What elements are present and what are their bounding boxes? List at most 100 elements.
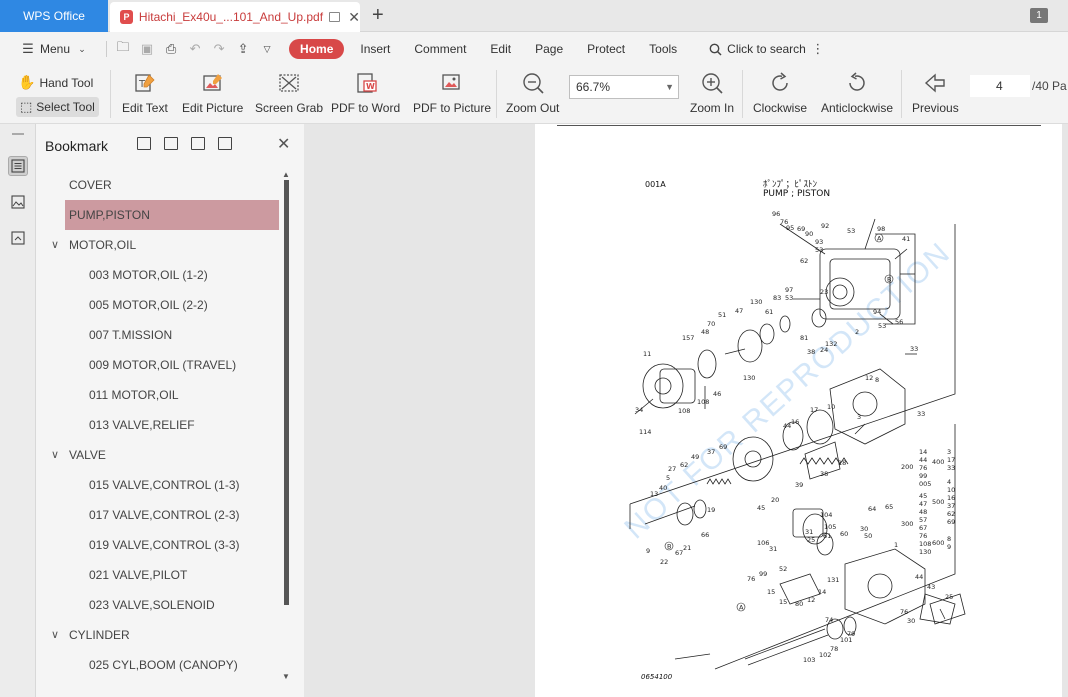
- bookmark-item-label: COVER: [69, 178, 112, 192]
- svg-text:106: 106: [757, 539, 769, 547]
- close-icon[interactable]: ✕: [277, 134, 290, 154]
- chevron-down-icon[interactable]: ∨: [51, 238, 59, 251]
- monitor-icon[interactable]: [329, 12, 341, 22]
- bookmark-item[interactable]: COVER: [45, 170, 295, 200]
- svg-text:45: 45: [919, 492, 927, 500]
- zoom-level-value: 66.7%: [576, 80, 611, 94]
- bookmark-item[interactable]: 021 VALVE,PILOT: [45, 560, 295, 590]
- zoom-in-button[interactable]: Zoom In: [690, 70, 734, 115]
- zoom-out-button[interactable]: Zoom Out: [506, 70, 559, 115]
- toolbar-divider: [742, 70, 743, 118]
- svg-text:130: 130: [919, 548, 931, 556]
- bookmark-options-icon[interactable]: [218, 137, 232, 150]
- svg-text:12: 12: [865, 374, 873, 382]
- select-tool-button[interactable]: ⬚ Select Tool: [16, 97, 99, 117]
- bookmark-item[interactable]: ∨ VALVE: [45, 440, 295, 470]
- bookmark-item[interactable]: ∨ CYLINDER: [45, 620, 295, 650]
- pdf-to-word-button[interactable]: W PDF to Word: [331, 70, 400, 115]
- cursor-icon: ⬚: [20, 99, 33, 114]
- document-tab[interactable]: P Hitachi_Ex40u_...101_And_Up.pdf ✕: [110, 2, 360, 32]
- pump-exploded-diagram: 967695 6990 9253 9841 935362 239753 831306…: [629, 210, 966, 670]
- main-menu-button[interactable]: ☰ Menu ⌄: [8, 41, 102, 57]
- scrollbar-thumb[interactable]: [284, 180, 289, 605]
- tab-comment[interactable]: Comment: [402, 42, 478, 56]
- previous-page-button[interactable]: Previous: [912, 70, 959, 115]
- tab-tools[interactable]: Tools: [637, 42, 689, 56]
- rotate-clockwise-button[interactable]: Clockwise: [753, 70, 807, 115]
- add-bookmark-icon[interactable]: [137, 137, 151, 150]
- svg-text:64: 64: [868, 505, 876, 513]
- svg-text:200: 200: [901, 463, 913, 471]
- svg-text:13: 13: [650, 490, 658, 498]
- svg-text:44: 44: [919, 456, 927, 464]
- svg-text:62: 62: [800, 257, 808, 265]
- bookmark-item[interactable]: ∨ MOTOR,OIL: [45, 230, 295, 260]
- bookmark-item-label: 011 MOTOR,OIL: [89, 388, 179, 402]
- bookmark-item[interactable]: 009 MOTOR,OIL (TRAVEL): [45, 350, 295, 380]
- chevron-down-icon[interactable]: ∨: [51, 628, 59, 641]
- tab-protect[interactable]: Protect: [575, 42, 637, 56]
- svg-text:17: 17: [810, 406, 818, 414]
- scroll-down-icon[interactable]: ▼: [282, 672, 290, 681]
- edit-picture-label: Edit Picture: [182, 101, 244, 115]
- bookmark-item[interactable]: 025 CYL,BOOM (CANOPY): [45, 650, 295, 680]
- quick-access-dropdown-icon[interactable]: ▽: [259, 41, 275, 57]
- search-box[interactable]: Click to search ⋮: [695, 41, 838, 57]
- svg-text:60: 60: [840, 530, 848, 538]
- attachment-panel-icon[interactable]: [8, 228, 28, 248]
- svg-text:39: 39: [795, 481, 803, 489]
- export-icon[interactable]: ⇪: [235, 41, 251, 57]
- svg-text:37: 37: [707, 448, 715, 456]
- app-tab-wps-office[interactable]: WPS Office: [0, 0, 108, 32]
- edit-picture-button[interactable]: Edit Picture: [182, 70, 243, 115]
- svg-text:74: 74: [825, 616, 833, 624]
- page-total-label: /40 Pa: [1032, 79, 1067, 93]
- svg-text:33: 33: [910, 345, 918, 353]
- page-number-input[interactable]: 4: [970, 75, 1030, 97]
- redo-icon[interactable]: ↷: [211, 41, 227, 57]
- tab-insert[interactable]: Insert: [348, 42, 402, 56]
- thumbnail-panel-icon[interactable]: [8, 192, 28, 212]
- save-icon[interactable]: ▣: [139, 41, 155, 57]
- tab-page[interactable]: Page: [523, 42, 575, 56]
- bookmark-item[interactable]: PUMP,PISTON: [65, 200, 279, 230]
- close-tab-icon[interactable]: ✕: [348, 9, 360, 26]
- tab-home[interactable]: Home: [289, 39, 345, 59]
- edit-text-button[interactable]: T Edit Text: [122, 70, 168, 115]
- hand-tool-button[interactable]: ✋ Hand Tool: [18, 74, 93, 91]
- rotate-anticlockwise-button[interactable]: Anticlockwise: [821, 70, 893, 115]
- screen-grab-button[interactable]: Screen Grab: [255, 70, 323, 115]
- bookmark-item[interactable]: 017 VALVE,CONTROL (2-3): [45, 500, 295, 530]
- bookmark-panel-icon[interactable]: [8, 156, 28, 176]
- svg-text:53: 53: [785, 294, 793, 302]
- document-viewport[interactable]: 001A ﾎﾟﾝﾌﾟ；ﾋﾟｽﾄﾝ PUMP ; PISTON 0654100 N…: [304, 124, 1068, 697]
- add-child-bookmark-icon[interactable]: [164, 137, 178, 150]
- bookmark-item[interactable]: 007 T.MISSION: [45, 320, 295, 350]
- expand-bookmark-icon[interactable]: [191, 137, 205, 150]
- bookmark-item[interactable]: 011 MOTOR,OIL: [45, 380, 295, 410]
- more-options-icon[interactable]: ⋮: [810, 41, 826, 57]
- open-folder-icon[interactable]: 🗀: [115, 39, 131, 57]
- tab-edit[interactable]: Edit: [478, 42, 523, 56]
- new-tab-button[interactable]: +: [372, 4, 384, 27]
- bookmark-item[interactable]: 023 VALVE,SOLENOID: [45, 590, 295, 620]
- undo-icon[interactable]: ↶: [187, 41, 203, 57]
- bookmark-item[interactable]: 003 MOTOR,OIL (1-2): [45, 260, 295, 290]
- svg-text:70: 70: [707, 320, 715, 328]
- scroll-up-icon[interactable]: ▲: [282, 170, 290, 179]
- bookmark-item[interactable]: 005 MOTOR,OIL (2-2): [45, 290, 295, 320]
- svg-text:15: 15: [767, 588, 775, 596]
- pdf-to-picture-button[interactable]: PDF to Picture: [413, 70, 491, 115]
- window-count-badge[interactable]: 1: [1030, 8, 1048, 23]
- bookmark-item[interactable]: 013 VALVE,RELIEF: [45, 410, 295, 440]
- bookmark-item[interactable]: 015 VALVE,CONTROL (1-3): [45, 470, 295, 500]
- zoom-level-select[interactable]: 66.7% ▼: [569, 75, 679, 99]
- zoom-out-icon: [520, 70, 546, 96]
- menu-label: Menu: [40, 42, 71, 56]
- chevron-down-icon[interactable]: ∨: [51, 448, 59, 461]
- print-icon[interactable]: ⎙: [163, 41, 179, 57]
- bookmark-scrollbar[interactable]: ▲ ▼: [280, 168, 294, 690]
- bookmark-item[interactable]: 019 VALVE,CONTROL (3-3): [45, 530, 295, 560]
- search-label: Click to search: [727, 42, 806, 56]
- svg-text:500: 500: [932, 498, 944, 506]
